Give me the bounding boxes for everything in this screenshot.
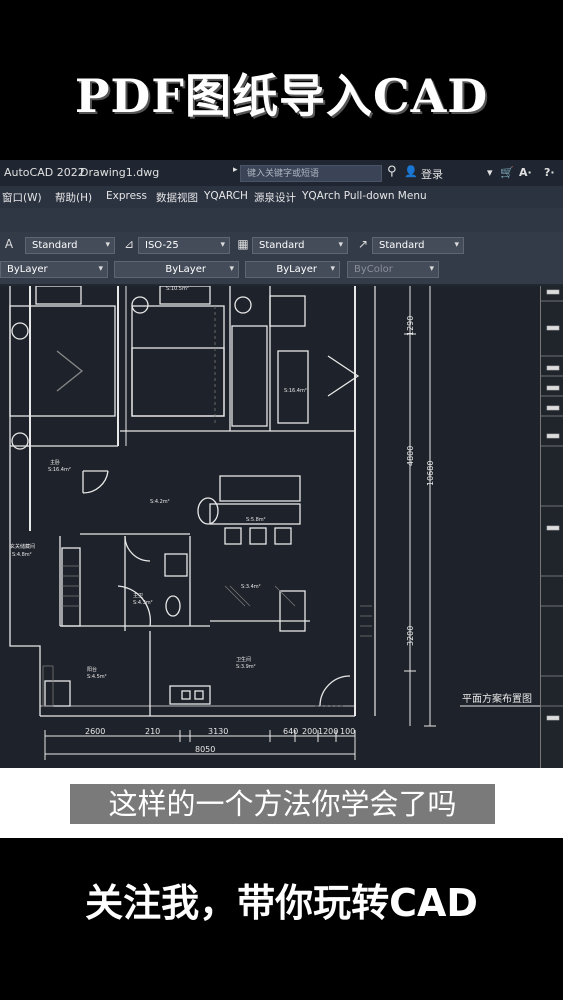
dim-100: 100 <box>340 727 355 736</box>
dim-3130: 3130 <box>208 727 228 736</box>
dim-1200: 1200 <box>318 727 338 736</box>
title-bar: AutoCAD 2022 Drawing1.dwg ▸ 键入关键字或短语 ⚲ 👤… <box>0 160 563 186</box>
dim-total: 8050 <box>195 745 215 754</box>
room-name: 主卫 <box>133 592 143 599</box>
room-name: 卫生间 <box>236 656 251 663</box>
menu-help[interactable]: 帮助(H) <box>55 190 92 205</box>
dim-2600: 2600 <box>85 727 105 736</box>
text-style-select[interactable]: Standard ▾ <box>25 237 115 254</box>
menu-yqarch-pulldown[interactable]: YQArch Pull-down Menu <box>302 190 427 202</box>
bottom-title: 关注我，带你玩转CAD <box>85 881 478 925</box>
dim-3200: 3200 <box>406 626 415 646</box>
menu-window[interactable]: 窗口(W) <box>2 190 42 205</box>
room-label: S:16.4m² <box>284 388 307 394</box>
room-label: S:3.9m² <box>236 664 256 670</box>
room-label: S:3.4m² <box>241 584 261 590</box>
drawing-canvas[interactable]: 2600 210 3130 640 200 1200 100 8050 1290… <box>0 285 540 768</box>
properties-toolbar: A Standard ▾ ⊿ ISO-25 ▾ ▦ Standard ▾ ↗ Stan… <box>0 232 563 284</box>
drawing-title: 平面方案布置图 <box>462 692 532 705</box>
multileader-style-select[interactable]: Standard ▾ <box>372 237 464 254</box>
search-arrow-icon: ▸ <box>233 165 238 175</box>
linetype-select[interactable]: ByLayer ▾ <box>114 261 239 278</box>
room-name: 阳台 <box>87 666 97 673</box>
file-name: Drawing1.dwg <box>80 166 160 179</box>
dim-200: 200 <box>302 727 317 736</box>
menu-express[interactable]: Express <box>106 190 147 202</box>
room-label: S:16.4m² <box>48 467 71 473</box>
subtitle-caption: 这样的一个方法你学会了吗 <box>70 784 495 824</box>
autodesk-a-icon[interactable]: A· <box>519 166 532 179</box>
menu-yqarch[interactable]: YQARCH <box>204 190 248 202</box>
dim-4800: 4800 <box>406 446 415 466</box>
multileader-style-icon[interactable]: ↗ <box>354 235 372 253</box>
menu-data-view[interactable]: 数据视图 <box>156 190 198 205</box>
menu-yuanquan[interactable]: 源泉设计 <box>254 190 296 205</box>
app-name: AutoCAD 2022 <box>4 166 85 179</box>
table-style-select[interactable]: Standard ▾ <box>252 237 348 254</box>
color-select[interactable]: ByColor ▾ <box>347 261 439 278</box>
search-icon[interactable]: ⚲ <box>387 164 397 179</box>
cart-icon[interactable]: 🛒 <box>500 166 514 179</box>
user-icon[interactable]: 👤 <box>404 165 418 178</box>
title-block-panel <box>540 286 563 768</box>
dim-10680: 10680 <box>426 461 435 486</box>
room-label: S:10.5m² <box>166 286 189 292</box>
dim-style-icon[interactable]: ⊿ <box>120 235 138 253</box>
table-style-icon[interactable]: ▦ <box>234 235 252 253</box>
room-label: S:4.3m² <box>133 600 153 606</box>
room-name: 主卧 <box>50 459 60 466</box>
autocad-window: AutoCAD 2022 Drawing1.dwg ▸ 键入关键字或短语 ⚲ 👤… <box>0 160 563 768</box>
dim-210: 210 <box>145 727 160 736</box>
login-button[interactable]: 登录 <box>421 166 443 182</box>
room-label: S:4.8m² <box>12 552 32 558</box>
room-label: S:4.5m² <box>87 674 107 680</box>
dim-style-select[interactable]: ISO-25 ▾ <box>138 237 230 254</box>
search-input[interactable]: 键入关键字或短语 <box>240 165 382 182</box>
room-label: S:4.2m² <box>150 499 170 505</box>
room-name: 玄关储藏间 <box>10 543 35 550</box>
dim-1290: 1290 <box>406 316 415 336</box>
top-title: PDF图纸导入CAD <box>74 69 489 123</box>
room-label: S:5.8m² <box>246 517 266 523</box>
dropdown-icon[interactable]: ▾ <box>487 166 493 179</box>
layer-select[interactable]: ByLayer ▾ <box>0 261 108 278</box>
dim-640: 640 <box>283 727 298 736</box>
lineweight-select[interactable]: ByLayer ▾ <box>245 261 340 278</box>
text-style-icon[interactable]: A <box>0 235 18 253</box>
menu-bar: 窗口(W) 帮助(H) Express 数据视图 YQARCH 源泉设计 YQA… <box>0 186 563 208</box>
help-icon[interactable]: ?· <box>544 166 555 179</box>
